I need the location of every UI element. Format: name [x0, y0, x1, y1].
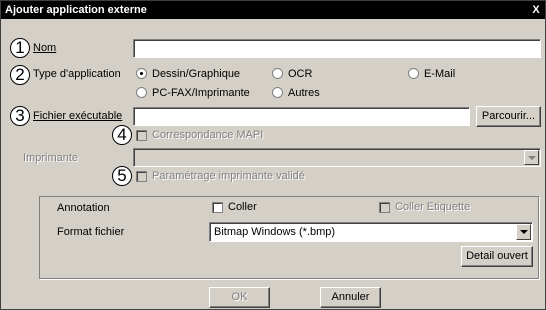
callout-1: 1: [10, 38, 30, 58]
detail-ouvert-button[interactable]: Detail ouvert: [461, 246, 533, 267]
nom-input[interactable]: [133, 39, 541, 58]
ok-button-label: OK: [231, 291, 248, 303]
imprimante-dropdown-arrow-icon[interactable]: [524, 150, 539, 165]
format-fichier-label: Format fichier: [57, 226, 125, 238]
radio-button[interactable]: [272, 87, 283, 98]
radio-label: Dessin/Graphique: [152, 68, 241, 80]
chevron-down-icon: [528, 156, 536, 160]
chevron-down-icon: [520, 230, 528, 234]
ok-button[interactable]: OK: [209, 287, 270, 308]
correspondance-mapi-checkbox[interactable]: [136, 130, 147, 141]
callout-5: 5: [112, 166, 132, 186]
radio-label: E-Mail: [424, 68, 456, 80]
fichier-executable-label: Fichier exécutable: [33, 110, 123, 122]
callout-2: 2: [10, 65, 30, 85]
parcourir-button[interactable]: Parcourir...: [476, 106, 541, 127]
detail-ouvert-button-label: Detail ouvert: [466, 250, 528, 262]
radio-label: OCR: [288, 68, 313, 80]
annuler-button-label: Annuler: [331, 291, 370, 303]
imprimante-select[interactable]: [133, 148, 541, 167]
radio-selected-dot: [140, 72, 143, 75]
coller-checkbox[interactable]: [212, 202, 223, 213]
radio-label: Autres: [288, 87, 320, 99]
annotation-label: Annotation: [57, 202, 110, 214]
correspondance-mapi-label: Correspondance MAPI: [152, 129, 264, 141]
parametrage-imprimante-label: Paramétrage imprimante validé: [152, 170, 305, 182]
radio-button[interactable]: [136, 68, 147, 79]
close-icon[interactable]: X: [529, 3, 543, 17]
coller-etiquette-checkbox[interactable]: [379, 202, 390, 213]
dialog-window: Ajouter application externe X 1 2 3 4 5 …: [0, 0, 546, 310]
dialog-title: Ajouter application externe: [5, 4, 147, 16]
radio-label: PC-FAX/Imprimante: [152, 87, 250, 99]
callout-4: 4: [112, 125, 132, 145]
title-bar: Ajouter application externe X: [1, 1, 545, 19]
parcourir-button-label: Parcourir...: [481, 110, 536, 122]
callout-3: 3: [10, 106, 30, 126]
annuler-button[interactable]: Annuler: [320, 287, 381, 308]
radio-button[interactable]: [272, 68, 283, 79]
radio-button[interactable]: [136, 87, 147, 98]
format-fichier-select[interactable]: Bitmap Windows (*.bmp): [209, 222, 533, 242]
parametrage-imprimante-checkbox[interactable]: [136, 171, 147, 182]
radio-button[interactable]: [408, 68, 419, 79]
nom-label: Nom: [33, 42, 57, 54]
coller-label: Coller: [228, 201, 257, 213]
fichier-executable-input[interactable]: [133, 107, 470, 126]
format-fichier-value: Bitmap Windows (*.bmp): [214, 226, 336, 238]
imprimante-label: Imprimante: [23, 152, 79, 164]
type-application-label: Type d'application: [33, 68, 121, 80]
coller-etiquette-label: Coller Etiquette: [395, 201, 471, 213]
format-fichier-dropdown-arrow[interactable]: [516, 224, 531, 240]
